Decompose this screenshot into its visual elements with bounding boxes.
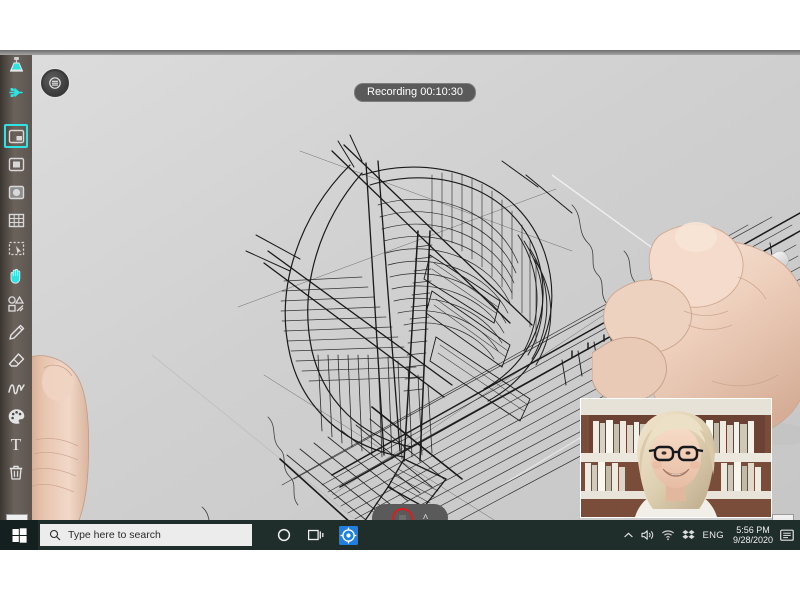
screenshot-root: Recording 00:10:30 ˄ T Type here to sear… [0, 0, 800, 600]
filled-square-icon[interactable] [3, 151, 29, 177]
text-tool-icon[interactable]: T [3, 431, 29, 457]
clock-time: 5:56 PM [736, 524, 770, 535]
drawing-canvas[interactable]: Recording 00:10:30 ˄ [32, 55, 800, 550]
speaker-icon[interactable] [641, 529, 654, 541]
windows-start-icon [12, 527, 27, 543]
device-top-bezel [0, 50, 800, 55]
pencil-icon[interactable] [3, 319, 29, 345]
grid-icon[interactable] [3, 207, 29, 233]
trash-icon[interactable] [3, 459, 29, 485]
windows-start-button[interactable] [0, 520, 38, 550]
ink-squiggle-icon[interactable] [3, 375, 29, 401]
text-tool-label: T [10, 434, 22, 454]
eraser-icon[interactable] [3, 347, 29, 373]
task-view-icon[interactable] [300, 520, 332, 550]
hand-icon[interactable] [3, 263, 29, 289]
marquee-select-icon[interactable] [3, 235, 29, 261]
action-center-icon[interactable] [780, 529, 794, 542]
webcam-video [581, 399, 771, 517]
hamburger-menu-icon [49, 77, 61, 89]
shapes-icon[interactable] [3, 291, 29, 317]
shaded-circle-icon[interactable] [3, 179, 29, 205]
taskbar-clock[interactable]: 5:56 PM 9/28/2020 [733, 525, 773, 546]
search-icon [49, 529, 61, 541]
wifi-icon[interactable] [661, 529, 675, 541]
webcam-picture-in-picture[interactable] [580, 398, 772, 518]
system-tray[interactable]: ENG 5:56 PM 9/28/2020 [623, 520, 800, 550]
chevron-up-icon[interactable] [623, 530, 634, 541]
color-palette-icon[interactable] [3, 403, 29, 429]
search-input[interactable]: Type here to search [68, 529, 161, 541]
canvas-menu-button[interactable] [41, 69, 69, 97]
taskbar-search-box[interactable]: Type here to search [40, 524, 252, 546]
windows-taskbar[interactable]: Type here to search ENG 5:56 PM 9/28/202… [0, 520, 800, 550]
usb-icon[interactable] [3, 79, 29, 105]
language-indicator[interactable]: ENG [702, 530, 724, 541]
tool-rail[interactable]: T [0, 50, 32, 550]
whiteboard-app-icon[interactable] [332, 520, 364, 550]
dropbox-icon[interactable] [682, 529, 696, 541]
left-hand-thumb [32, 355, 90, 550]
recording-status-badge: Recording 00:10:30 [354, 83, 477, 102]
cortana-circle-icon[interactable] [268, 520, 300, 550]
picture-in-picture-icon[interactable] [3, 123, 29, 149]
tablet-device: Recording 00:10:30 ˄ T [0, 50, 800, 550]
clock-date: 9/28/2020 [732, 535, 773, 545]
